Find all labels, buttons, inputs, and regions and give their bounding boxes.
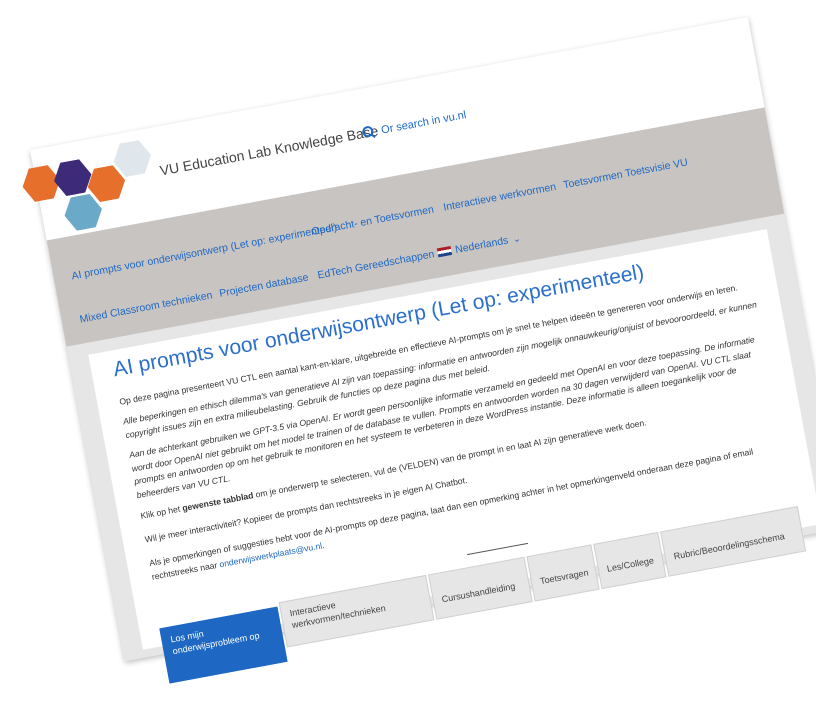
nav-item-opdracht-toetsvormen[interactable]: Opdracht- en Toetsvormen	[311, 204, 435, 238]
nav-item-toetsvormen-toetsvisie[interactable]: Toetsvormen Toetsvisie VU	[562, 156, 689, 191]
nav-item-mixed-classroom[interactable]: Mixed Classroom technieken	[79, 289, 214, 325]
language-label: Nederlands	[454, 234, 510, 257]
instruction-bold: gewenste tabblad	[181, 490, 255, 514]
chevron-down-icon: ⌄	[512, 233, 522, 245]
nav-item-interactieve-werkvormen[interactable]: Interactieve werkvormen	[442, 181, 557, 214]
feedback-post: .	[320, 539, 326, 550]
nav-item-projecten-database[interactable]: Projecten database	[218, 272, 309, 300]
search-link[interactable]: Or search in vu.nl	[361, 107, 467, 140]
search-link-label: Or search in vu.nl	[380, 109, 468, 137]
instruction-pre: Klik op het	[139, 503, 184, 521]
divider	[466, 542, 529, 556]
logo-hex-purple	[51, 157, 95, 197]
site-title[interactable]: VU Education Lab Knowledge Base	[158, 122, 379, 178]
search-icon	[361, 125, 375, 139]
language-selector[interactable]: Nederlands ⌄	[436, 232, 522, 259]
dutch-flag-icon	[436, 245, 453, 258]
page-canvas: VU Education Lab Knowledge Base Or searc…	[30, 16, 816, 684]
nav-item-edtech[interactable]: EdTech Gereedschappen	[317, 248, 436, 281]
